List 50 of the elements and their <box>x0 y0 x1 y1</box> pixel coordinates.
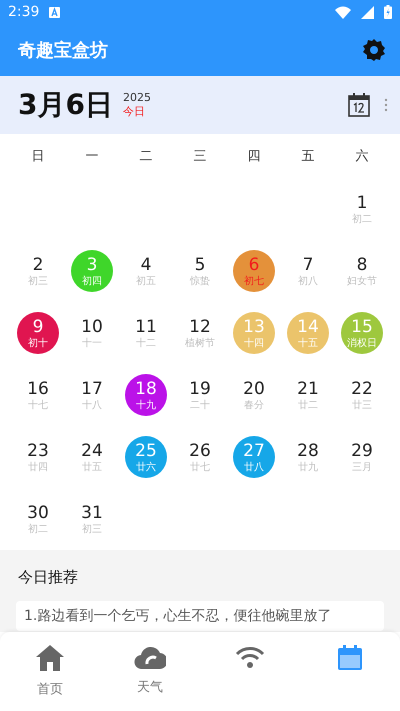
cell-signal-icon <box>361 6 374 18</box>
calendar-day[interactable]: 22 廿三 <box>341 374 383 416</box>
calendar-day[interactable]: 10 十一 <box>71 312 113 354</box>
status-time: 2:39 <box>8 4 40 20</box>
weekday-label: 一 <box>86 148 98 165</box>
calendar-day[interactable]: 18 十九 <box>125 374 167 416</box>
calendar-day[interactable]: 5 惊蛰 <box>179 250 221 292</box>
calendar-day[interactable]: 2 初三 <box>17 250 59 292</box>
weekday-label: 五 <box>302 148 314 165</box>
calendar-day[interactable]: 1 初二 <box>341 188 383 230</box>
weekday-label: 三 <box>194 148 206 165</box>
weekday-label: 六 <box>356 148 368 165</box>
calendar-day[interactable]: 29 三月 <box>341 436 383 478</box>
calendar-day[interactable]: 8 妇女节 <box>341 250 383 292</box>
nav-tab[interactable]: 首页 <box>0 632 100 711</box>
section-title: 今日推荐 <box>17 567 79 588</box>
calendar-day[interactable]: 20 春分 <box>233 374 275 416</box>
wifi-icon <box>335 6 351 18</box>
calendar-icon <box>336 644 364 672</box>
selected-date: 3月6日 <box>18 87 113 123</box>
recommendation-card[interactable]: 1.路边看到一个乞丐，心生不忍，便往他碗里放了 <box>16 601 384 631</box>
calendar-day[interactable]: 4 初五 <box>125 250 167 292</box>
calendar-icon[interactable] <box>348 93 370 117</box>
weekday-label: 日 <box>32 148 44 165</box>
calendar-day[interactable]: 24 廿五 <box>71 436 113 478</box>
year-label: 2025 <box>122 91 151 104</box>
calendar-day[interactable]: 26 廿七 <box>179 436 221 478</box>
calendar-day[interactable]: 30 初二 <box>17 498 59 540</box>
notification-icon <box>49 6 60 18</box>
app-title: 奇趣宝盒坊 <box>18 39 109 62</box>
cloud-icon <box>134 644 166 670</box>
today-label: 今日 <box>122 104 145 119</box>
home-icon <box>35 644 65 672</box>
calendar-day[interactable]: 7 初八 <box>287 250 329 292</box>
calendar-day[interactable]: 17 十八 <box>71 374 113 416</box>
weekday-label: 四 <box>248 148 260 165</box>
battery-icon <box>384 5 392 19</box>
nav-tab[interactable]: 天气 <box>100 632 200 711</box>
calendar-day[interactable]: 23 廿四 <box>17 436 59 478</box>
calendar-day[interactable]: 19 二十 <box>179 374 221 416</box>
calendar-day[interactable]: 9 初十 <box>17 312 59 354</box>
calendar-day[interactable]: 16 十七 <box>17 374 59 416</box>
calendar-day[interactable]: 12 植树节 <box>179 312 221 354</box>
calendar-day[interactable]: 11 十二 <box>125 312 167 354</box>
signal-waves-icon <box>234 644 266 670</box>
weekday-label: 二 <box>140 148 152 165</box>
settings-button[interactable] <box>362 38 386 62</box>
calendar-day[interactable]: 31 初三 <box>71 498 113 540</box>
calendar-day[interactable]: 28 廿九 <box>287 436 329 478</box>
calendar-day[interactable]: 21 廿二 <box>287 374 329 416</box>
